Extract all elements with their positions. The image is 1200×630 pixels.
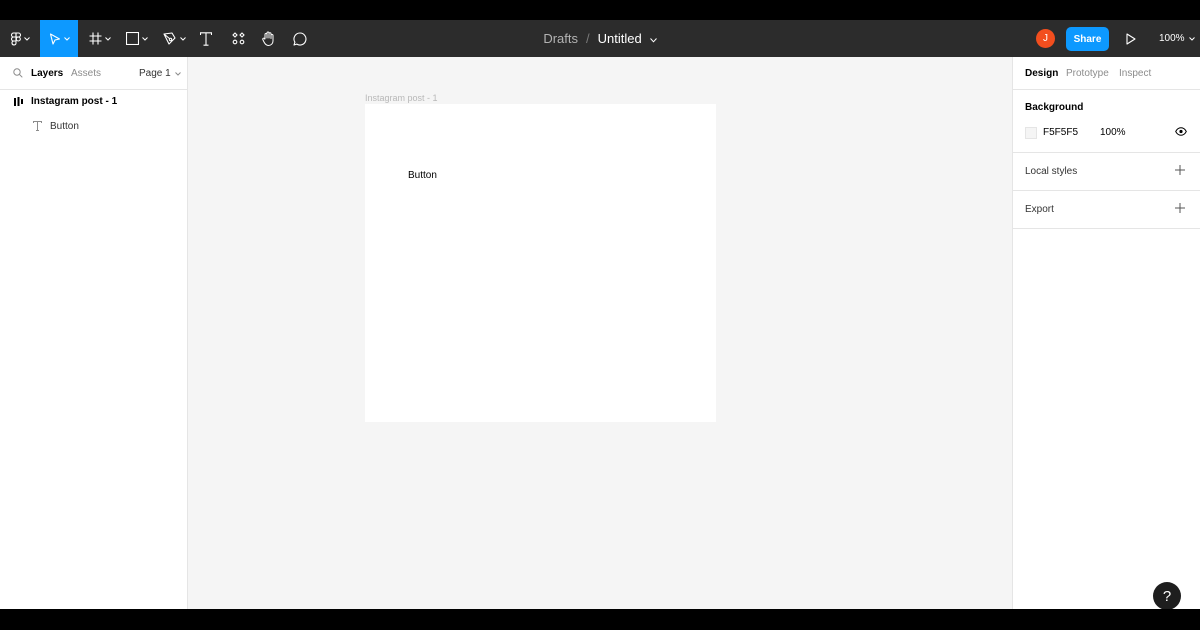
design-canvas[interactable]: Instagram post - 1 Button [188, 57, 1012, 609]
hand-tool-button[interactable] [259, 20, 279, 57]
hand-tool-icon [262, 31, 274, 46]
figma-menu-icon [10, 31, 21, 45]
share-button[interactable]: Share [1066, 27, 1109, 51]
plus-icon [1175, 165, 1185, 175]
chevron-down-icon [179, 36, 186, 41]
move-tool-icon [49, 32, 60, 45]
text-tool-icon [200, 31, 212, 46]
canvas-text-layer[interactable]: Button [408, 170, 437, 181]
help-button[interactable]: ? [1153, 582, 1181, 609]
page-selector[interactable]: Page 1 [139, 68, 181, 79]
add-local-style-button[interactable] [1175, 165, 1185, 178]
local-styles-section: Local styles [1013, 153, 1200, 191]
rectangle-tool-icon [126, 32, 139, 45]
background-opacity-input[interactable]: 100% [1100, 127, 1126, 138]
resources-button[interactable] [228, 20, 248, 57]
chevron-down-icon [174, 71, 181, 76]
screen-frame: Drafts / Untitled J Share 100% Layers As… [0, 0, 1200, 630]
page-selector-label: Page 1 [139, 68, 171, 79]
background-section: Background F5F5F5 100% [1013, 90, 1200, 153]
play-icon [1126, 33, 1136, 45]
move-tool-button[interactable] [40, 20, 78, 57]
pen-tool-icon [162, 32, 176, 45]
zoom-menu-button[interactable]: 100% [1159, 20, 1195, 57]
chevron-down-icon [105, 36, 111, 41]
tab-layers[interactable]: Layers [31, 68, 63, 79]
visibility-toggle[interactable] [1175, 127, 1187, 139]
top-toolbar: Drafts / Untitled J Share 100% [0, 20, 1200, 57]
layer-row-frame[interactable]: Instagram post - 1 [0, 91, 188, 113]
background-heading: Background [1025, 102, 1084, 113]
components-icon [231, 32, 245, 45]
chevron-down-icon [142, 36, 148, 41]
frame-layer-icon [14, 97, 23, 106]
main-menu-button[interactable] [6, 20, 34, 57]
breadcrumb-drafts-link[interactable]: Drafts [543, 31, 578, 46]
local-styles-label: Local styles [1025, 166, 1078, 177]
shape-tool-button[interactable] [122, 20, 152, 57]
layer-row-text[interactable]: Button [0, 116, 188, 138]
comment-tool-button[interactable] [290, 20, 310, 57]
chevron-down-icon [63, 36, 70, 41]
text-tool-button[interactable] [196, 20, 216, 57]
chevron-down-icon [649, 38, 657, 43]
add-export-button[interactable] [1175, 203, 1185, 216]
eye-icon [1175, 127, 1187, 136]
artboard-frame[interactable]: Button [365, 104, 716, 422]
layer-name: Button [50, 121, 79, 132]
export-label: Export [1025, 204, 1054, 215]
text-layer-icon [33, 121, 42, 131]
figma-app: Drafts / Untitled J Share 100% Layers As… [0, 20, 1200, 609]
breadcrumb-separator: / [585, 31, 590, 46]
present-button[interactable] [1126, 32, 1136, 50]
tab-prototype[interactable]: Prototype [1066, 68, 1109, 79]
zoom-level: 100% [1159, 33, 1185, 44]
comment-icon [293, 31, 307, 46]
search-layers-button[interactable] [13, 68, 23, 81]
chevron-down-icon [1188, 36, 1195, 41]
pen-tool-button[interactable] [159, 20, 189, 57]
search-icon [13, 68, 23, 78]
left-sidebar: Layers Assets Page 1 Instagram post - 1 … [0, 57, 188, 609]
left-panel-tabs: Layers Assets Page 1 [0, 57, 187, 90]
frame-name-label[interactable]: Instagram post - 1 [365, 93, 438, 103]
layer-name: Instagram post - 1 [31, 96, 118, 107]
document-title[interactable]: Untitled [598, 31, 642, 46]
export-section: Export [1013, 191, 1200, 229]
background-hex-input[interactable]: F5F5F5 [1043, 127, 1078, 138]
document-menu-button[interactable] [649, 31, 657, 46]
frame-tool-icon [89, 32, 102, 45]
frame-tool-button[interactable] [85, 20, 115, 57]
chevron-down-icon [23, 36, 30, 41]
tab-design[interactable]: Design [1025, 68, 1058, 79]
tab-assets[interactable]: Assets [71, 68, 101, 79]
background-color-swatch[interactable] [1025, 127, 1037, 139]
right-panel-tabs: Design Prototype Inspect [1013, 57, 1200, 90]
user-avatar[interactable]: J [1036, 29, 1055, 48]
plus-icon [1175, 203, 1185, 213]
right-sidebar: Design Prototype Inspect Background F5F5… [1012, 57, 1200, 609]
tab-inspect[interactable]: Inspect [1119, 68, 1151, 79]
